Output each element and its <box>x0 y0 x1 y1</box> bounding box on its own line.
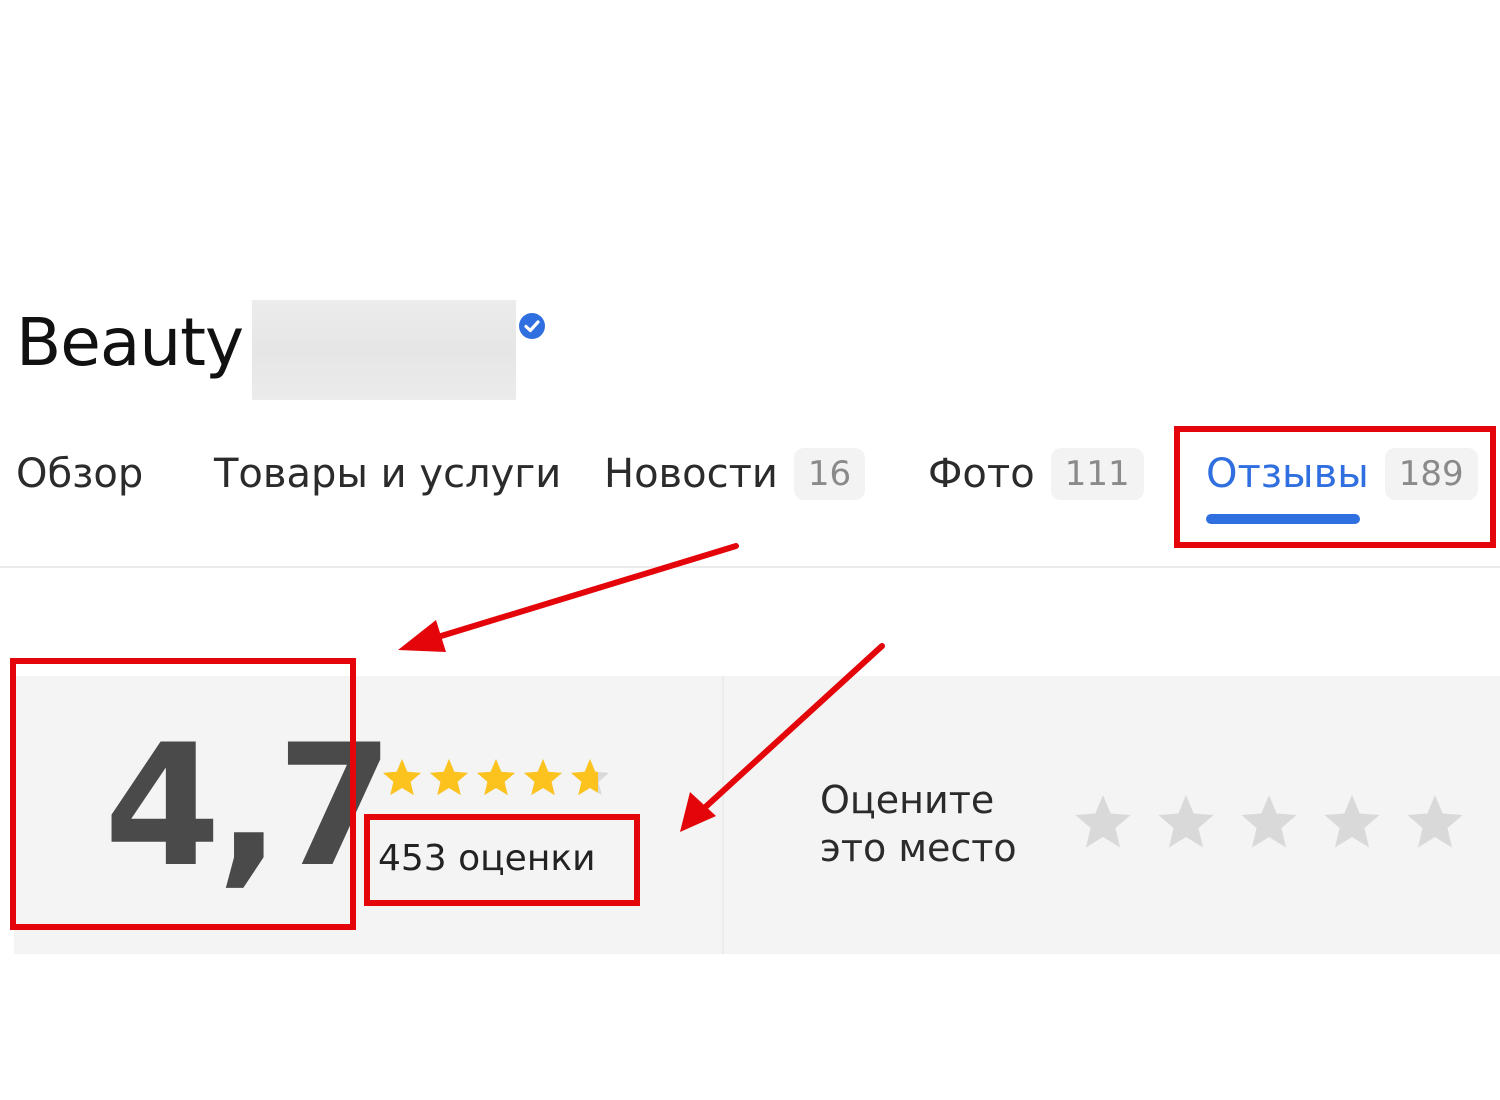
rating-score: 4,7 <box>104 708 394 904</box>
tab-label: Новости <box>604 451 778 497</box>
star-filled-icon <box>476 759 516 796</box>
rate-place-stars <box>1072 792 1466 854</box>
tab-label: Отзывы <box>1206 451 1369 497</box>
active-tab-indicator <box>1206 514 1360 524</box>
rating-stars <box>382 759 610 796</box>
tab-news[interactable]: Новости 16 <box>604 444 866 504</box>
tab-overview[interactable]: Обзор <box>16 444 143 504</box>
rate-star-icon[interactable] <box>1155 792 1217 854</box>
tab-products-services[interactable]: Товары и услуги <box>214 444 561 504</box>
tab-count-badge: 16 <box>793 448 866 500</box>
tab-label: Товары и услуги <box>214 451 562 497</box>
tabs-bar: Обзор Товары и услуги Новости 16 Фото 11… <box>0 430 1500 568</box>
rate-star-icon[interactable] <box>1072 792 1134 854</box>
tab-label: Обзор <box>16 451 144 497</box>
tab-label: Фото <box>928 451 1035 497</box>
star-filled-icon <box>523 759 563 796</box>
rating-count[interactable]: 453 оценки <box>378 838 596 879</box>
tab-reviews[interactable]: Отзывы 189 <box>1206 444 1478 504</box>
star-filled-icon <box>382 759 422 796</box>
verified-check-icon <box>518 312 546 340</box>
tab-photos[interactable]: Фото 111 <box>928 444 1144 504</box>
rate-star-icon[interactable] <box>1404 792 1466 854</box>
rate-star-icon[interactable] <box>1238 792 1300 854</box>
star-filled-icon <box>429 759 469 796</box>
rating-panel: 4,7 453 оценки Оцените это место <box>14 676 1500 954</box>
business-title: Beauty <box>16 304 244 381</box>
panel-divider <box>722 676 724 954</box>
tab-count-badge: 189 <box>1384 448 1478 500</box>
redacted-title-part <box>252 300 516 400</box>
rate-star-icon[interactable] <box>1321 792 1383 854</box>
rate-place-label: Оцените это место <box>820 778 1017 870</box>
tab-count-badge: 111 <box>1050 448 1144 500</box>
